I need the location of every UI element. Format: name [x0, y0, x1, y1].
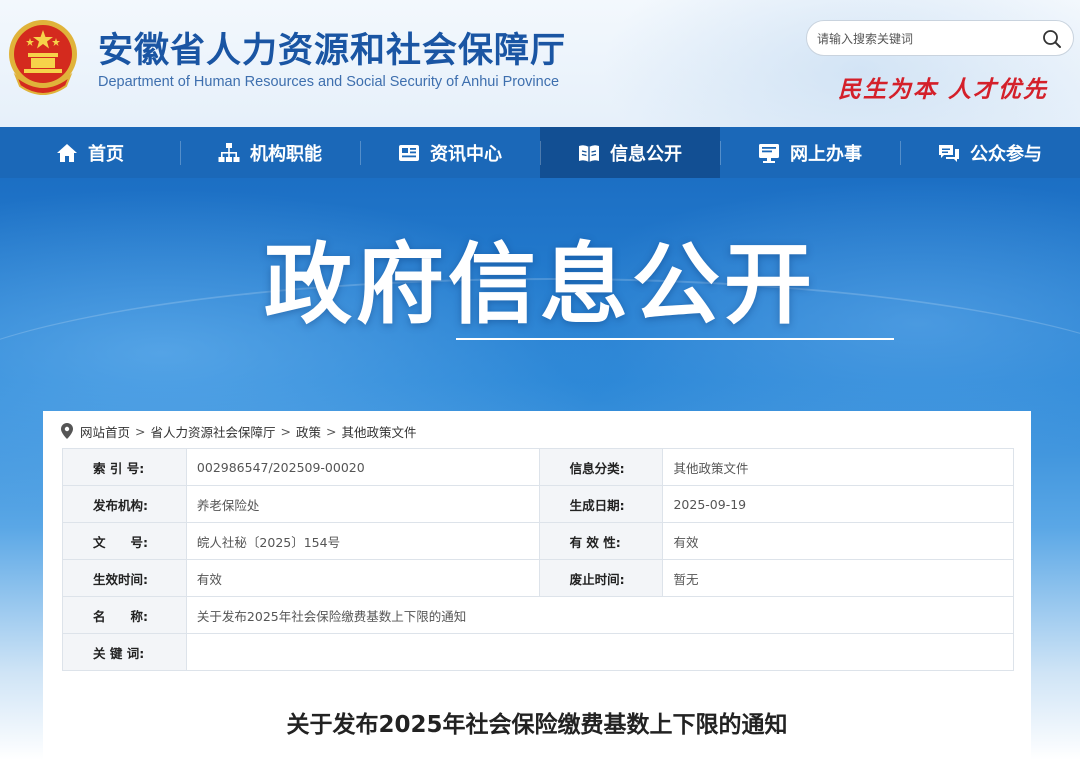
document-info-table: 索 引 号: 002986547/202509-00020 信息分类: 其他政策… — [62, 448, 1015, 671]
org-chart-icon — [218, 142, 240, 162]
breadcrumb-policy[interactable]: 政策 — [296, 422, 321, 441]
site-title: 安徽省人力资源和社会保障厅 — [98, 31, 567, 71]
nav-item-label: 网上办事 — [790, 143, 862, 165]
document-title: 关于发布2025年社会保险缴费基数上下限的通知 — [286, 712, 788, 738]
document-number-value: 皖人社秘〔2025〕154号 — [185, 522, 540, 560]
main-nav: 首页 机构职能 资讯中心 信息公开 网上办事 公众参与 — [0, 127, 1080, 178]
breadcrumb-separator: > — [135, 423, 146, 439]
news-icon — [399, 144, 419, 161]
expiry-time-label: 废止时间: — [538, 559, 664, 597]
nav-item-organization[interactable]: 机构职能 — [180, 127, 360, 178]
nav-item-label: 资讯中心 — [430, 143, 502, 165]
expiry-time-value: 暂无 — [662, 559, 1014, 597]
banner-underline — [456, 338, 894, 340]
location-pin-icon — [61, 423, 73, 439]
banner-title: 政府信息公开 — [263, 233, 816, 336]
table-row: 名 称: 关于发布2025年社会保险缴费基数上下限的通知 — [62, 596, 1015, 634]
table-row: 文 号: 皖人社秘〔2025〕154号 有 效 性: 有效 — [62, 522, 1014, 560]
validity-label: 有 效 性: — [538, 522, 664, 560]
nav-item-label: 公众参与 — [970, 143, 1042, 165]
name-value: 关于发布2025年社会保险缴费基数上下限的通知 — [185, 596, 1015, 634]
table-row: 索 引 号: 002986547/202509-00020 信息分类: 其他政策… — [62, 448, 1014, 486]
nav-item-public-participation[interactable]: 公众参与 — [900, 127, 1080, 178]
created-date-value: 2025-09-19 — [662, 485, 1014, 523]
category-value: 其他政策文件 — [662, 448, 1014, 486]
nav-item-online-services[interactable]: 网上办事 — [720, 127, 900, 178]
breadcrumb-department[interactable]: 省人力资源社会保障厅 — [151, 422, 276, 441]
search-box — [806, 20, 1074, 56]
document-number-label: 文 号: — [62, 522, 187, 560]
site-header: 安徽省人力资源和社会保障厅 Department of Human Resour… — [0, 0, 1080, 127]
publisher-value: 养老保险处 — [185, 485, 540, 523]
nav-item-home[interactable]: 首页 — [0, 127, 180, 178]
effective-time-label: 生效时间: — [62, 559, 187, 597]
search-icon[interactable] — [1041, 28, 1063, 50]
slogan: 民生为本 人才优先 — [838, 76, 1049, 103]
book-icon — [579, 144, 599, 162]
chat-icon — [939, 144, 959, 162]
nav-item-info-disclosure[interactable]: 信息公开 — [540, 127, 720, 178]
search-input[interactable] — [817, 27, 1032, 51]
category-label: 信息分类: — [538, 448, 664, 486]
breadcrumb: 网站首页 > 省人力资源社会保障厅 > 政策 > 其他政策文件 — [61, 421, 417, 441]
monitor-icon — [759, 143, 779, 163]
table-row: 发布机构: 养老保险处 生成日期: 2025-09-19 — [62, 485, 1014, 523]
index-number-value: 002986547/202509-00020 — [185, 448, 540, 486]
nav-item-label: 首页 — [88, 143, 124, 165]
table-row: 关 键 词: — [62, 633, 1015, 671]
content-panel: 网站首页 > 省人力资源社会保障厅 > 政策 > 其他政策文件 索 引 号: 0… — [43, 411, 1031, 760]
created-date-label: 生成日期: — [538, 485, 664, 523]
home-icon — [57, 143, 77, 162]
breadcrumb-separator: > — [326, 423, 337, 439]
nav-item-news[interactable]: 资讯中心 — [360, 127, 540, 178]
table-row: 生效时间: 有效 废止时间: 暂无 — [62, 559, 1014, 597]
breadcrumb-separator: > — [280, 423, 291, 439]
keywords-value — [185, 633, 1015, 671]
nav-item-label: 机构职能 — [250, 143, 322, 165]
breadcrumb-home[interactable]: 网站首页 — [80, 422, 130, 441]
keywords-label: 关 键 词: — [62, 633, 187, 671]
site-subtitle: Department of Human Resources and Social… — [98, 74, 560, 90]
nav-item-label: 信息公开 — [610, 143, 682, 165]
breadcrumb-other-policy-docs[interactable]: 其他政策文件 — [342, 422, 417, 441]
validity-value: 有效 — [662, 522, 1014, 560]
index-number-label: 索 引 号: — [62, 448, 187, 486]
effective-time-value: 有效 — [185, 559, 540, 597]
publisher-label: 发布机构: — [62, 485, 187, 523]
name-label: 名 称: — [62, 596, 187, 634]
national-emblem-icon — [9, 20, 77, 95]
